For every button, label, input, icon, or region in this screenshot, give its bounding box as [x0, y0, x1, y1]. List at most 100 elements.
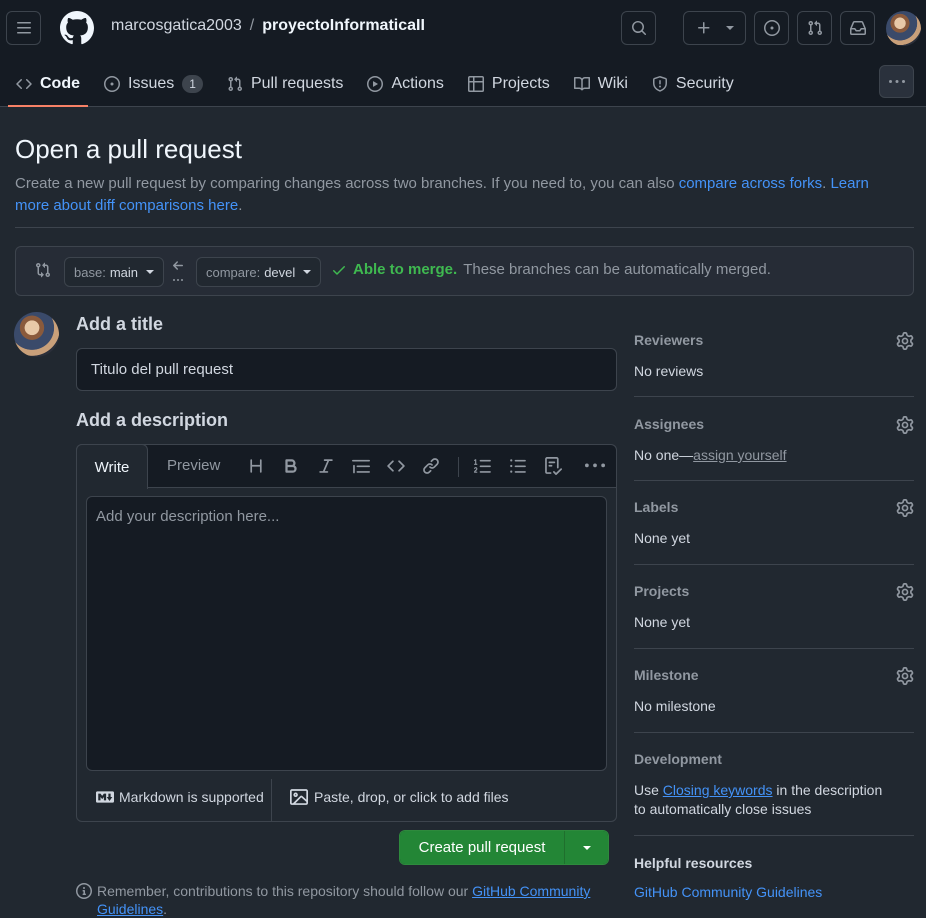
- compare-forks-link[interactable]: compare across forks: [679, 175, 822, 192]
- base-value: main: [109, 264, 138, 280]
- repo-link[interactable]: proyectoInformaticaII: [262, 17, 425, 35]
- sidebar-divider: [634, 396, 914, 397]
- toolbar-divider: [458, 457, 459, 477]
- breadcrumb-separator: /: [249, 17, 255, 34]
- hamburger-icon: [16, 22, 31, 34]
- pull-requests-button[interactable]: [797, 11, 832, 45]
- table-icon: [467, 75, 484, 92]
- attach-note: Paste, drop, or click to add files: [314, 789, 509, 805]
- title-input-value: Titulo del pull request: [91, 361, 234, 378]
- description-placeholder: Add your description here...: [96, 508, 280, 525]
- sidebar-divider: [634, 564, 914, 565]
- search-button[interactable]: [621, 11, 656, 45]
- tasklist-icon[interactable]: [544, 456, 562, 476]
- more-tabs-button[interactable]: [879, 65, 914, 98]
- assignees-none: No one—: [634, 447, 694, 463]
- tab-code[interactable]: Code: [8, 60, 88, 107]
- merge-status-detail: These branches can be automatically merg…: [463, 261, 771, 278]
- subtitle-dot: .: [822, 175, 827, 192]
- compare-key: compare:: [206, 264, 261, 280]
- compare-value: devel: [264, 264, 296, 280]
- gear-icon[interactable]: [896, 667, 914, 685]
- tab-security[interactable]: Security: [644, 60, 742, 107]
- repo-nav: Code Issues 1 Pull requests Actions Proj…: [0, 60, 750, 107]
- tab-wiki-label: Wiki: [597, 74, 628, 92]
- inbox-icon: [849, 21, 866, 35]
- create-new-button[interactable]: [683, 11, 746, 45]
- sidebar-labels: Labels None yet: [634, 499, 914, 548]
- merge-status-label: Able to merge.: [353, 261, 458, 278]
- page-subtitle: Create a new pull request by comparing c…: [15, 173, 895, 217]
- compare-branch-select[interactable]: compare: devel: [196, 257, 322, 287]
- create-options-dropdown[interactable]: [565, 831, 608, 864]
- editor-toolbar: Write Preview: [76, 444, 616, 489]
- base-branch-select[interactable]: base: main: [64, 257, 164, 287]
- tab-issues[interactable]: Issues 1: [96, 60, 211, 107]
- quote-icon[interactable]: [352, 456, 370, 476]
- sidebar-projects: Projects None yet: [634, 583, 914, 632]
- attach-files-button[interactable]: Paste, drop, or click to add files: [290, 788, 509, 806]
- description-editor: Write Preview Add your description here.…: [76, 444, 617, 822]
- reviewers-title: Reviewers: [634, 332, 704, 348]
- git-pull-request-icon: [807, 20, 822, 36]
- play-icon: [367, 75, 384, 92]
- milestone-title: Milestone: [634, 667, 699, 683]
- subtitle-text: Create a new pull request by comparing c…: [15, 175, 679, 192]
- title-input[interactable]: Titulo del pull request: [76, 348, 617, 391]
- closing-keywords-link[interactable]: Closing keywords: [663, 782, 773, 798]
- gear-icon[interactable]: [896, 332, 914, 350]
- issues-button[interactable]: [754, 11, 789, 45]
- issue-opened-icon: [104, 75, 120, 92]
- tab-projects[interactable]: Projects: [460, 60, 558, 107]
- gear-icon[interactable]: [896, 416, 914, 434]
- tab-pull-requests[interactable]: Pull requests: [219, 60, 352, 107]
- issues-count-badge: 1: [182, 74, 203, 93]
- tab-actions[interactable]: Actions: [359, 60, 451, 107]
- chevron-down-icon: [725, 26, 734, 30]
- more-options-icon[interactable]: [585, 456, 605, 476]
- markdown-supported-link[interactable]: Markdown is supported: [96, 788, 264, 806]
- owner-link[interactable]: marcosgatica2003: [111, 17, 242, 35]
- link-icon[interactable]: [422, 456, 440, 476]
- labels-value: None yet: [634, 530, 691, 546]
- book-icon: [573, 76, 590, 90]
- editor-footer: Markdown is supported Paste, drop, or cl…: [77, 779, 616, 822]
- create-pull-request-button[interactable]: Create pull request: [400, 831, 565, 864]
- markdown-note: Markdown is supported: [119, 789, 264, 805]
- bold-icon[interactable]: [282, 456, 300, 476]
- guideline-end: .: [163, 901, 168, 917]
- description-textarea[interactable]: Add your description here...: [86, 496, 607, 771]
- user-avatar[interactable]: [886, 11, 921, 46]
- assign-yourself-link[interactable]: assign yourself: [693, 447, 786, 463]
- add-description-label: Add a description: [76, 410, 229, 430]
- code-icon[interactable]: [387, 456, 405, 476]
- arrow-left-icon: [170, 259, 186, 283]
- tab-write[interactable]: Write: [76, 444, 148, 489]
- chevron-down-icon: [582, 845, 591, 850]
- italic-icon[interactable]: [317, 456, 335, 476]
- global-header: marcosgatica2003 / proyectoInformaticaII…: [0, 0, 926, 107]
- sidebar-milestone: Milestone No milestone: [634, 667, 914, 716]
- markdown-icon: [96, 791, 114, 803]
- author-avatar: [14, 312, 59, 357]
- assignees-title: Assignees: [634, 416, 705, 432]
- tab-preview[interactable]: Preview: [167, 457, 220, 474]
- development-title: Development: [634, 751, 722, 767]
- projects-value: None yet: [634, 614, 691, 630]
- hamburger-menu-button[interactable]: [6, 11, 41, 45]
- gear-icon[interactable]: [896, 583, 914, 601]
- inbox-button[interactable]: [840, 11, 875, 45]
- search-icon: [631, 21, 646, 36]
- heading-icon[interactable]: [247, 456, 265, 476]
- ordered-list-icon[interactable]: [474, 456, 492, 476]
- tab-wiki[interactable]: Wiki: [566, 60, 636, 107]
- helpful-guidelines-link[interactable]: GitHub Community Guidelines: [634, 884, 822, 900]
- sidebar-development: Development Use Closing keywords in the …: [634, 751, 914, 819]
- gear-icon[interactable]: [896, 499, 914, 517]
- sidebar-helpful-resources: Helpful resources GitHub Community Guide…: [634, 855, 914, 902]
- code-icon: [16, 78, 32, 89]
- github-logo-icon[interactable]: [60, 11, 94, 45]
- reviewers-value: No reviews: [634, 363, 704, 379]
- divider: [15, 227, 914, 228]
- unordered-list-icon[interactable]: [509, 456, 527, 476]
